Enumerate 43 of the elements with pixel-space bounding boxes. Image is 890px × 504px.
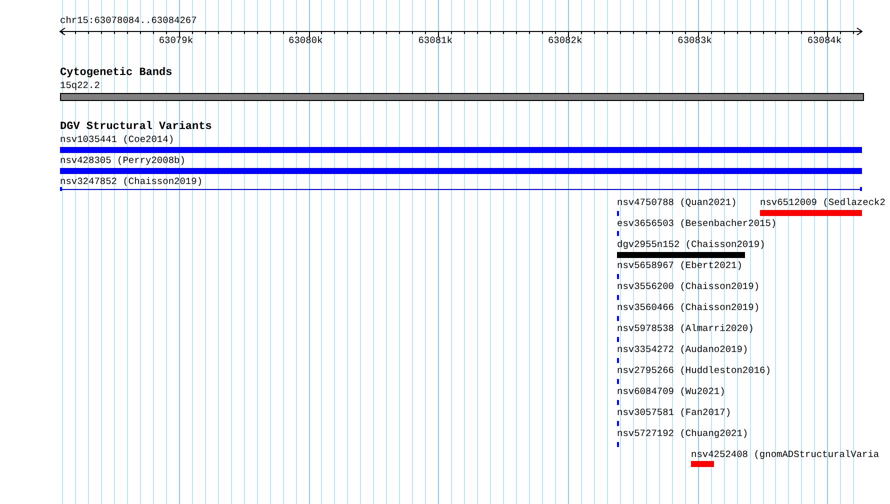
variant-label: nsv5727192 (Chuang2021) <box>617 428 748 439</box>
variant-tick[interactable] <box>617 379 619 384</box>
variant-label: esv3656503 (Besenbacher2015) <box>617 218 777 229</box>
variant-tick[interactable] <box>617 358 619 363</box>
variant-tick[interactable] <box>617 400 619 405</box>
ruler-tick-label: 63082k <box>548 35 582 46</box>
variant-tick[interactable] <box>617 442 619 447</box>
variant-label: nsv6512009 (Sedlazeck2 <box>760 197 886 208</box>
variant-label: nsv3057581 (Fan2017) <box>617 407 732 418</box>
variant-tick[interactable] <box>617 337 619 342</box>
variant-tick[interactable] <box>617 295 619 300</box>
track-title: DGV Structural Variants <box>60 122 212 133</box>
ruler-tick-label: 63081k <box>418 35 452 46</box>
variant-label: nsv2795266 (Huddleston2016) <box>617 365 771 376</box>
variant-label: nsv3556200 (Chaisson2019) <box>617 281 760 292</box>
variant-label: nsv5658967 (Ebert2021) <box>617 260 742 271</box>
ruler-tick-label: 63080k <box>288 35 323 46</box>
variant-tick[interactable] <box>617 274 619 279</box>
variant-bar[interactable] <box>691 461 714 467</box>
variant-bar[interactable] <box>617 252 745 258</box>
variant-label: nsv6084709 (Wu2021) <box>617 386 726 397</box>
variant-label: nsv4252408 (gnomADStructuralVaria <box>691 449 880 460</box>
variant-label: nsv428305 (Perry2008b) <box>60 155 186 166</box>
variant-tick[interactable] <box>617 231 619 236</box>
variant-tick[interactable] <box>617 211 619 216</box>
variant-label: dgv2955n152 (Chaisson2019) <box>617 239 766 250</box>
track-title: Cytogenetic Bands <box>60 68 172 79</box>
variant-label: nsv3354272 (Audano2019) <box>617 344 748 355</box>
variant-tick[interactable] <box>617 421 619 426</box>
variant-label: nsv3560466 (Chaisson2019) <box>617 302 760 313</box>
variant-bar[interactable] <box>60 168 862 174</box>
variant-tick[interactable] <box>617 316 619 321</box>
variant-label: nsv3247852 (Chaisson2019) <box>60 176 203 187</box>
variant-bar[interactable] <box>60 147 862 153</box>
ruler-tick-label: 63084k <box>807 35 842 46</box>
variant-label: nsv5978538 (Almarri2020) <box>617 323 754 334</box>
band-label: 15q22.2 <box>60 80 100 91</box>
variant-label: nsv4750788 (Quan2021) <box>617 197 737 208</box>
ruler-tick-label: 63083k <box>678 35 712 46</box>
ruler-tick-label: 63079k <box>158 35 194 46</box>
variant-bar[interactable] <box>760 210 862 216</box>
variant-label: nsv1035441 (Coe2014) <box>60 134 174 145</box>
region-label: chr15:63078084..63084267 <box>60 15 197 26</box>
